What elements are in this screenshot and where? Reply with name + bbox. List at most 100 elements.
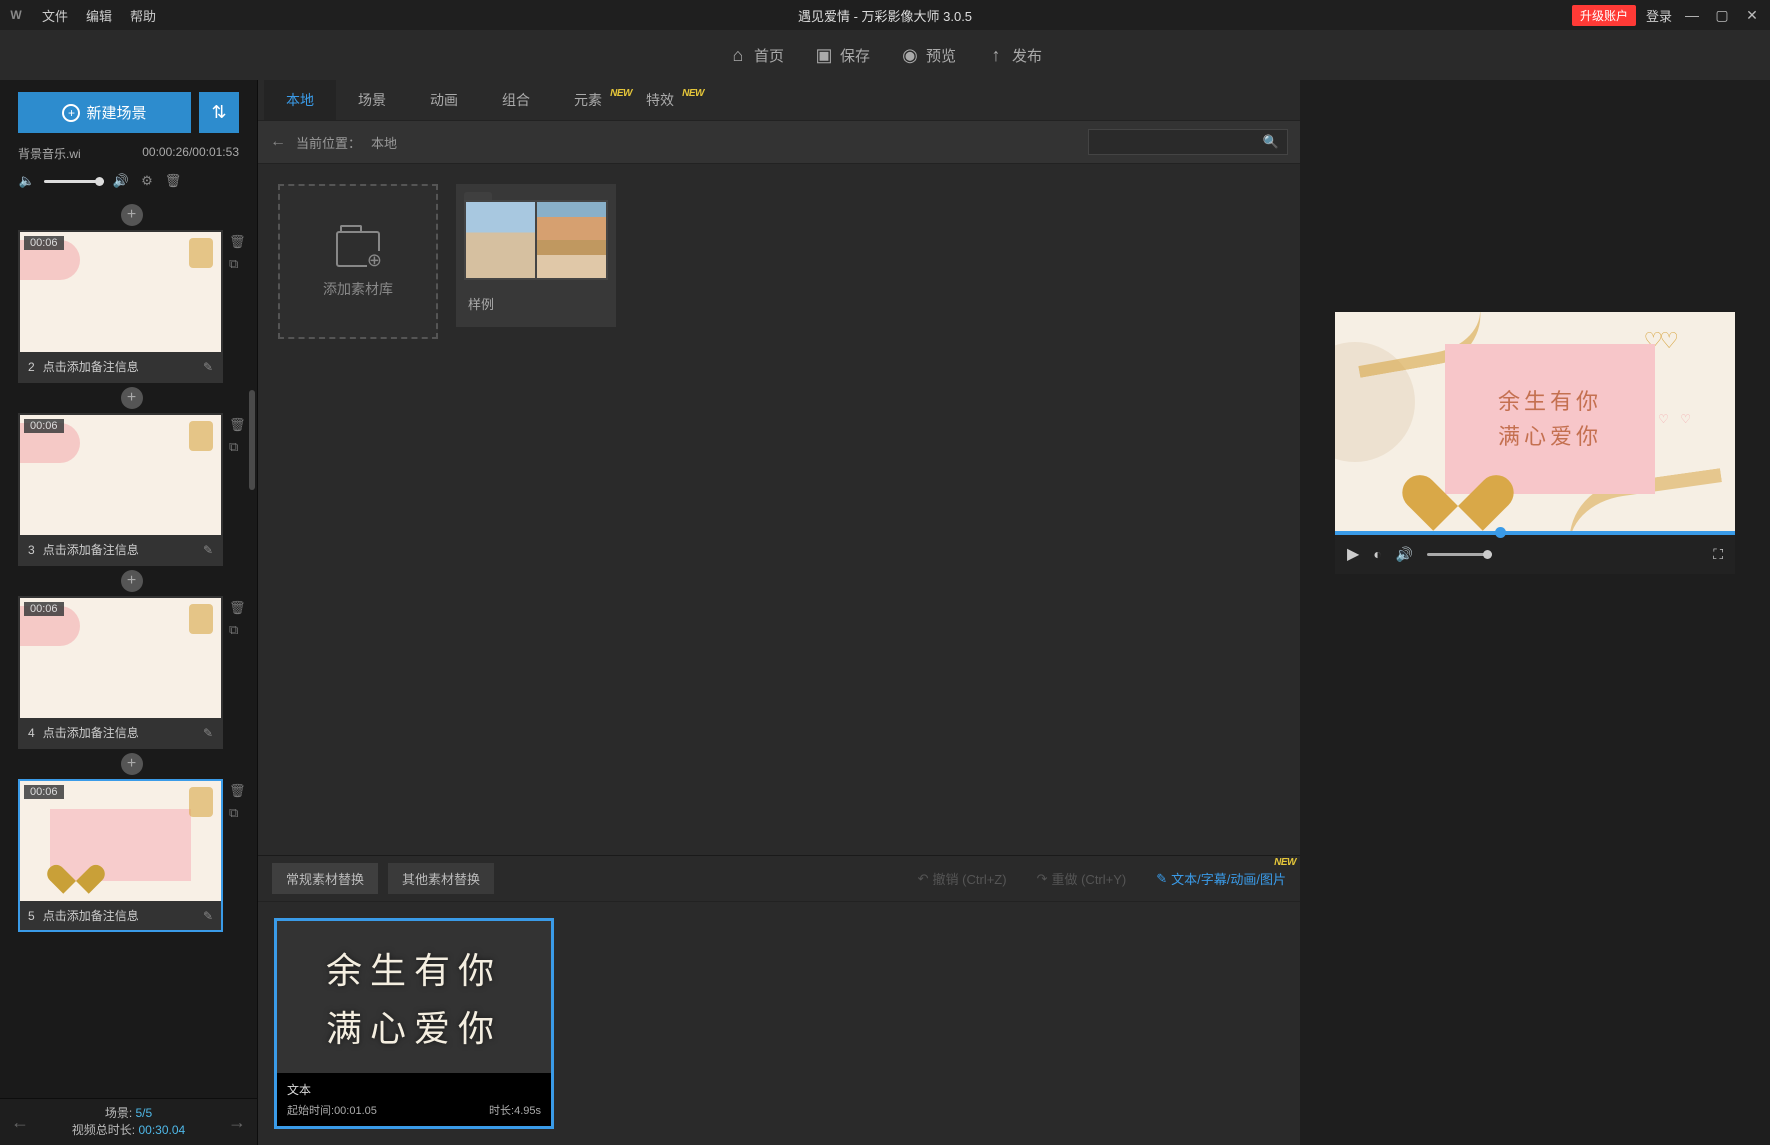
audio-delete-icon[interactable]: 🗑 xyxy=(164,172,182,190)
tab-combo[interactable]: 组合 xyxy=(480,80,552,120)
copy-scene-icon[interactable]: ⧉ xyxy=(229,256,245,272)
pencil-icon: ✎ xyxy=(1156,871,1167,887)
add-library-label: 添加素材库 xyxy=(323,279,393,299)
tab-other-replace[interactable]: 其他素材替换 xyxy=(388,863,494,894)
sidebar-footer: ← 场景: 5/5 视频总时长: 00:30.04 → xyxy=(0,1098,257,1145)
timeline-clip[interactable]: 余生有你 满心爱你 文本 起始时间:00:01.05 时长:4.95s xyxy=(274,918,554,1129)
copy-scene-icon[interactable]: ⧉ xyxy=(229,439,245,455)
scenes-scrollbar[interactable] xyxy=(249,390,255,490)
insert-scene-button[interactable]: + xyxy=(121,204,143,226)
clip-text-line2: 满心爱你 xyxy=(326,1000,502,1052)
tab-effects[interactable]: 特效NEW xyxy=(624,80,696,120)
text-subtitle-link[interactable]: ✎ 文本/字幕/动画/图片 NEW xyxy=(1156,869,1286,888)
toolbar-save-label: 保存 xyxy=(840,45,870,66)
new-badge: NEW xyxy=(1274,857,1296,868)
volume-icon[interactable]: 🔊 xyxy=(1396,546,1413,563)
sort-scenes-button[interactable]: ⇅ xyxy=(199,92,239,133)
bottom-panel: 常规素材替换 其他素材替换 ↶撤销 (Ctrl+Z) ↷重做 (Ctrl+Y) … xyxy=(258,855,1300,1145)
scene-card[interactable]: 00:06 2 点击添加备注信息 ✎ xyxy=(18,230,223,383)
new-badge: NEW xyxy=(682,74,704,114)
folder-preview xyxy=(464,200,608,280)
insert-scene-button[interactable]: + xyxy=(121,387,143,409)
tab-normal-replace[interactable]: 常规素材替换 xyxy=(272,863,378,894)
player-volume-slider[interactable] xyxy=(1427,553,1492,556)
menu-file[interactable]: 文件 xyxy=(42,6,68,25)
edit-note-icon[interactable]: ✎ xyxy=(203,543,213,557)
maximize-button[interactable]: ▢ xyxy=(1712,5,1732,25)
delete-scene-icon[interactable]: 🗑 xyxy=(229,417,245,433)
tab-animation[interactable]: 动画 xyxy=(408,80,480,120)
scene-card-selected[interactable]: 00:06 5 点击添加备注信息 ✎ xyxy=(18,779,223,932)
search-icon: 🔍 xyxy=(1263,134,1279,150)
loop-button[interactable]: ◐ xyxy=(1373,546,1381,562)
volume-up-icon[interactable]: 🔊 xyxy=(112,172,130,190)
add-library-button[interactable]: 添加素材库 xyxy=(278,184,438,339)
scene-card[interactable]: 00:06 3 点击添加备注信息 ✎ xyxy=(18,413,223,566)
minimize-button[interactable]: — xyxy=(1682,5,1702,25)
menu-help[interactable]: 帮助 xyxy=(130,6,156,25)
player-controls: ▶ ◐ 🔊 ⛶ xyxy=(1335,534,1735,574)
clip-duration-value: 4.95s xyxy=(514,1105,541,1117)
new-scene-label: 新建场景 xyxy=(86,102,146,123)
insert-scene-button[interactable]: + xyxy=(121,570,143,592)
window-title: 遇见爱情 - 万彩影像大师 3.0.5 xyxy=(798,6,972,25)
toolbar-publish[interactable]: ↑ 发布 xyxy=(986,45,1042,66)
scene-index: 5 xyxy=(28,909,35,923)
publish-icon: ↑ xyxy=(986,45,1006,65)
breadcrumb-back-icon[interactable]: ← xyxy=(270,133,286,151)
preview-icon: ◉ xyxy=(900,45,920,65)
new-scene-button[interactable]: + 新建场景 xyxy=(18,92,191,133)
tab-scene[interactable]: 场景 xyxy=(336,80,408,120)
save-icon: ▣ xyxy=(814,45,834,65)
toolbar-home[interactable]: ⌂ 首页 xyxy=(728,45,784,66)
edit-note-icon[interactable]: ✎ xyxy=(203,360,213,374)
toolbar-preview[interactable]: ◉ 预览 xyxy=(900,45,956,66)
clip-preview: 余生有你 满心爱你 xyxy=(277,921,551,1073)
progress-bar[interactable] xyxy=(1335,531,1735,535)
delete-scene-icon[interactable]: 🗑 xyxy=(229,783,245,799)
toolbar-save[interactable]: ▣ 保存 xyxy=(814,45,870,66)
scene-index: 3 xyxy=(28,543,35,557)
tab-elements[interactable]: 元素NEW xyxy=(552,80,624,120)
scene-card[interactable]: 00:06 4 点击添加备注信息 ✎ xyxy=(18,596,223,749)
search-input[interactable]: 🔍 xyxy=(1088,129,1288,155)
folder-plus-icon xyxy=(336,231,380,267)
preview-panel: ♡♡ ♡ ♡ ♡ 余生有你 满心爱你 ▶ ◐ 🔊 ⛶ xyxy=(1300,80,1770,1145)
edit-note-icon[interactable]: ✎ xyxy=(203,909,213,923)
heart-icon xyxy=(58,853,94,883)
login-link[interactable]: 登录 xyxy=(1646,6,1672,25)
delete-scene-icon[interactable]: 🗑 xyxy=(229,234,245,250)
redo-icon: ↷ xyxy=(1037,871,1048,887)
clip-type: 文本 xyxy=(287,1081,541,1098)
clip-duration-label: 时长: xyxy=(489,1105,514,1117)
delete-scene-icon[interactable]: 🗑 xyxy=(229,600,245,616)
progress-thumb[interactable] xyxy=(1495,527,1506,538)
fullscreen-button[interactable]: ⛶ xyxy=(1713,546,1723,563)
copy-scene-icon[interactable]: ⧉ xyxy=(229,805,245,821)
audio-timecode: 00:00:26/00:01:53 xyxy=(142,145,239,162)
close-button[interactable]: ✕ xyxy=(1742,5,1762,25)
tab-local[interactable]: 本地 xyxy=(264,80,336,120)
center-panel: 本地 场景 动画 组合 元素NEW 特效NEW ← 当前位置： 本地 🔍 添加素… xyxy=(258,80,1300,1145)
scene-note: 点击添加备注信息 xyxy=(43,541,139,558)
big-heart-icon xyxy=(1423,452,1493,512)
audio-info: 背景音乐.wi 00:00:26/00:01:53 xyxy=(0,139,257,168)
asset-folder-sample[interactable]: 样例 xyxy=(456,184,616,327)
sidebar: + 新建场景 ⇅ 背景音乐.wi 00:00:26/00:01:53 🔈 🔊 ⚙… xyxy=(0,80,258,1145)
volume-slider[interactable] xyxy=(44,180,104,183)
copy-scene-icon[interactable]: ⧉ xyxy=(229,622,245,638)
volume-down-icon[interactable]: 🔈 xyxy=(18,172,36,190)
toolbar-publish-label: 发布 xyxy=(1012,45,1042,66)
insert-scene-button[interactable]: + xyxy=(121,753,143,775)
prev-scene-button[interactable]: ← xyxy=(10,1112,30,1133)
scene-thumbnail: 00:06 xyxy=(20,598,221,718)
edit-note-icon[interactable]: ✎ xyxy=(203,726,213,740)
audio-settings-icon[interactable]: ⚙ xyxy=(138,172,156,190)
titlebar: W 文件 编辑 帮助 遇见爱情 - 万彩影像大师 3.0.5 升级账户 登录 —… xyxy=(0,0,1770,30)
next-scene-button[interactable]: → xyxy=(227,1112,247,1133)
undo-button: ↶撤销 (Ctrl+Z) xyxy=(918,869,1007,888)
menu-edit[interactable]: 编辑 xyxy=(86,6,112,25)
scene-duration: 00:06 xyxy=(24,419,64,433)
play-button[interactable]: ▶ xyxy=(1347,544,1359,564)
upgrade-button[interactable]: 升级账户 xyxy=(1572,5,1636,26)
